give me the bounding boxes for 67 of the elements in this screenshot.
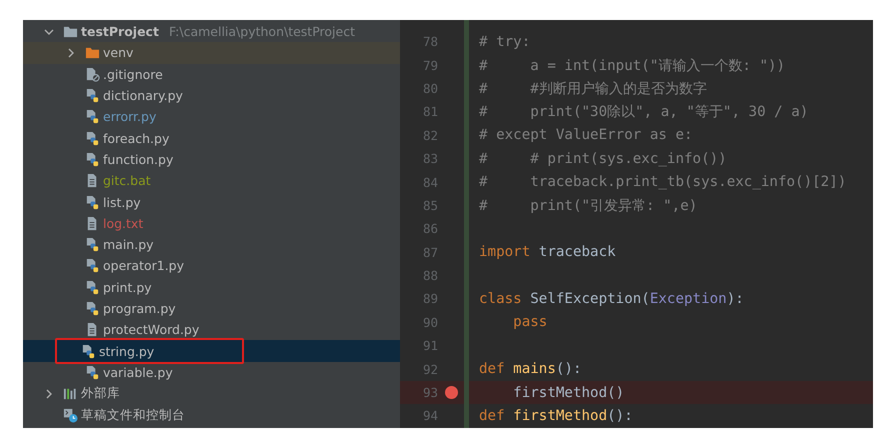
folder-icon <box>63 24 78 40</box>
library-icon <box>63 386 78 402</box>
code-line: # except ValueError as e: <box>479 127 693 144</box>
python-file-icon <box>85 301 100 316</box>
tree-item[interactable]: function.py <box>103 152 174 167</box>
line-number: 82 <box>422 128 438 143</box>
line-number: 79 <box>422 58 438 73</box>
tree-item[interactable]: venv <box>103 45 134 60</box>
line-number: 89 <box>422 291 438 306</box>
code-line: # print("引发异常: ",e) <box>479 196 698 215</box>
python-file-icon <box>85 194 100 210</box>
tree-item[interactable]: 外部库 <box>81 385 120 402</box>
tree-item[interactable]: dictionary.py <box>103 88 183 104</box>
tree-item[interactable]: list.py <box>103 194 141 210</box>
code-line: # #判断用户输入的是否为数字 <box>479 80 707 98</box>
tree-item[interactable]: testProject <box>81 24 159 40</box>
tree-item[interactable]: print.py <box>103 280 152 295</box>
tree-item[interactable]: string.py <box>99 344 154 359</box>
code-line: # print("30除以", a, "等于", 30 / a) <box>479 103 808 122</box>
line-number: 93 <box>422 385 438 400</box>
python-file-icon <box>85 130 100 146</box>
code-line: # # print(sys.exc_info()) <box>479 150 727 167</box>
code-line: # traceback.print_tb(sys.exc_info()[2]) <box>479 174 846 190</box>
tree-item[interactable]: errorr.py <box>103 109 156 124</box>
tree-item[interactable]: .gitignore <box>103 66 163 82</box>
code-line: # try: <box>479 34 530 50</box>
python-file-icon <box>85 237 100 252</box>
ignored-file-icon <box>85 66 100 82</box>
line-number: 84 <box>422 174 438 190</box>
line-number: 83 <box>422 151 438 166</box>
line-number: 92 <box>422 362 438 377</box>
line-number: 78 <box>422 34 438 50</box>
tree-item[interactable]: gitc.bat <box>103 173 151 188</box>
python-file-icon <box>85 280 100 295</box>
code-line: class SelfException(Exception): <box>479 290 744 307</box>
tree-item[interactable]: program.py <box>103 301 176 316</box>
line-number: 91 <box>422 338 438 354</box>
line-number: 81 <box>422 104 438 120</box>
tree-item[interactable]: foreach.py <box>103 130 170 146</box>
python-file-icon <box>85 258 100 274</box>
project-path: F:\camellia\python\testProject <box>168 24 355 40</box>
python-file-icon <box>81 344 96 359</box>
tree-item[interactable]: protectWord.py <box>103 322 200 338</box>
breakpoint-icon[interactable] <box>444 386 458 400</box>
line-number: 88 <box>422 268 438 284</box>
python-file-icon <box>85 88 100 104</box>
code-line: pass <box>512 314 548 330</box>
line-number: 94 <box>422 408 438 424</box>
code-line: def firstMethod(): <box>479 408 633 424</box>
code-line: def mains(): <box>479 361 582 378</box>
scratch-console-icon <box>63 408 78 422</box>
code-line: firstMethod() <box>512 384 624 401</box>
python-file-icon <box>85 109 100 124</box>
python-file-icon <box>85 364 100 380</box>
line-number: 87 <box>422 244 438 260</box>
line-number: 86 <box>422 221 438 236</box>
tree-item[interactable]: operator1.py <box>103 258 184 274</box>
line-number: 90 <box>422 314 438 330</box>
tree-item[interactable]: 草稿文件和控制台 <box>81 406 185 424</box>
line-number: 85 <box>422 198 438 213</box>
python-file-icon <box>85 152 100 167</box>
code-line: # a = int(input("请输入一个数: ")) <box>479 56 786 75</box>
tree-item[interactable]: variable.py <box>103 364 173 380</box>
tree-item[interactable]: main.py <box>103 237 154 252</box>
folder-icon <box>85 45 100 60</box>
code-line: import traceback <box>479 244 616 260</box>
line-number: 80 <box>422 80 438 96</box>
